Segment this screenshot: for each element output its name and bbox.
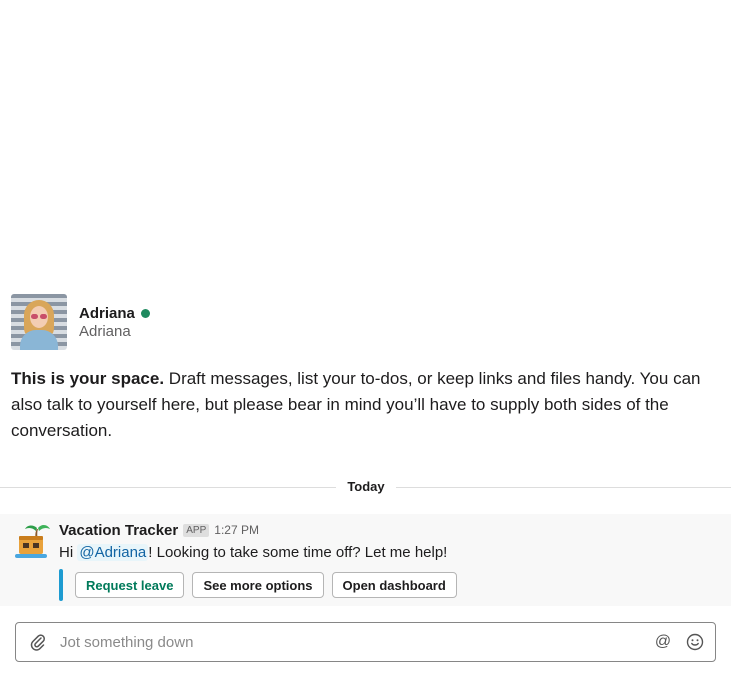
attachment-accent-bar xyxy=(59,569,63,601)
composer-input[interactable] xyxy=(58,632,653,652)
presence-dot-icon xyxy=(140,308,150,318)
real-name: Adriana xyxy=(79,322,131,340)
message: Vacation Tracker APP 1:27 PM Hi @Adriana… xyxy=(0,514,731,606)
at-icon[interactable]: @ xyxy=(653,632,673,652)
message-text-prefix: Hi xyxy=(59,544,78,561)
smiley-icon[interactable] xyxy=(685,632,705,652)
vacation-tracker-avatar-icon[interactable] xyxy=(13,522,51,560)
message-composer: @ xyxy=(15,622,716,662)
avatar[interactable] xyxy=(11,294,67,350)
intro-text: This is your space. Draft messages, list… xyxy=(11,366,711,444)
action-buttons: Request leave See more options Open dash… xyxy=(59,569,465,601)
day-divider-label[interactable]: Today xyxy=(336,476,396,498)
profile-header: Adriana Adriana xyxy=(11,294,150,350)
timestamp[interactable]: 1:27 PM xyxy=(214,523,259,537)
app-badge: APP xyxy=(183,523,210,537)
paperclip-icon[interactable] xyxy=(28,632,48,652)
see-more-options-button[interactable]: See more options xyxy=(192,572,324,598)
request-leave-button[interactable]: Request leave xyxy=(75,572,185,598)
sender-name[interactable]: Vacation Tracker xyxy=(59,522,178,539)
user-mention[interactable]: @Adriana xyxy=(77,544,149,561)
intro-bold: This is your space. xyxy=(11,369,165,388)
display-name[interactable]: Adriana xyxy=(79,305,135,322)
open-dashboard-button[interactable]: Open dashboard xyxy=(331,572,457,598)
message-text: Hi @Adriana! Looking to take some time o… xyxy=(59,542,447,563)
message-text-suffix: ! Looking to take some time off? Let me … xyxy=(148,544,448,561)
